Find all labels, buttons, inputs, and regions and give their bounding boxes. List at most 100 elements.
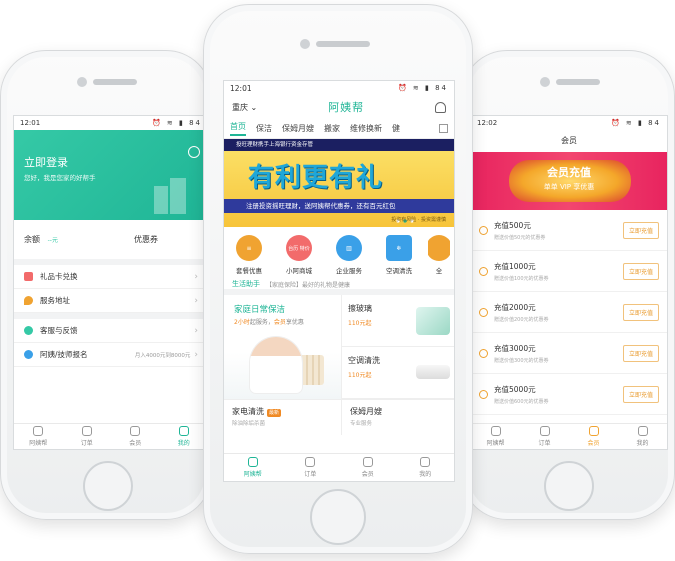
tab-moving[interactable]: 搬家 xyxy=(324,123,340,134)
gift-card-icon xyxy=(24,272,33,281)
card-title: 保姆月嫂 xyxy=(350,407,382,416)
card-ac-cleaning[interactable]: 空调清洗 110元起 xyxy=(342,347,454,399)
tab-member[interactable]: 会员 xyxy=(111,424,160,449)
tab-home[interactable]: 阿姨帮 xyxy=(14,424,63,449)
user-icon xyxy=(637,426,648,436)
tab-home[interactable]: 阿姨帮 xyxy=(471,424,520,449)
tab-profile[interactable]: 我的 xyxy=(397,454,455,481)
recharge-gift: 赠送价值100元的优惠券 xyxy=(494,275,549,282)
balance-value: --元 xyxy=(47,237,58,244)
card-title: 家庭日常保洁 xyxy=(234,305,286,315)
home-button xyxy=(83,461,133,511)
banner-subline: 单单 VIP 享优惠 xyxy=(543,183,595,191)
chevron-right-icon: › xyxy=(194,325,198,336)
card-row-bottom: 家电清洗 最新 除油除垢杀菌 保姆月嫂 专业服务 xyxy=(224,399,454,435)
battery-level: 84 xyxy=(648,119,661,127)
front-camera xyxy=(540,77,550,87)
service-enterprise[interactable]: ▥ 企业服务 xyxy=(328,235,370,275)
service-more[interactable]: 全 xyxy=(428,235,450,275)
menu-gift-card[interactable]: 礼品卡兑换 › xyxy=(14,265,208,289)
recharge-button[interactable]: 立即充值 xyxy=(622,221,659,239)
login-title[interactable]: 立即登录 xyxy=(24,154,68,170)
vip-recharge-banner[interactable]: 会员充值 单单 VIP 享优惠 xyxy=(471,152,667,210)
banner-headline: 有利更有礼 xyxy=(248,163,384,193)
menu-label: 礼品卡兑换 xyxy=(40,272,78,281)
bottom-tab-bar: 阿姨帮 订单 会员 我的 xyxy=(471,423,667,449)
chat-bubble-icon xyxy=(24,326,33,335)
recharge-list: 充值500元 赠送价值50元的优惠券 立即充值 充值1000元 赠送价值100元的优… xyxy=(471,210,667,415)
user-icon xyxy=(420,457,431,467)
card-appliance-cleaning[interactable]: 家电清洗 最新 除油除垢杀菌 xyxy=(224,400,342,435)
coupon-label[interactable]: 优惠券 xyxy=(134,234,158,245)
coin-icon xyxy=(479,389,488,399)
tab-orders[interactable]: 订单 xyxy=(63,424,112,449)
tab-home-page[interactable]: 首页 xyxy=(230,121,246,136)
balance-label[interactable]: 余额 --元 xyxy=(24,234,58,245)
recharge-button[interactable]: 立即充值 xyxy=(622,344,659,362)
speaker-grille xyxy=(556,79,600,85)
service-package-deals[interactable]: ≡ 套餐优惠 xyxy=(228,235,270,275)
menu-service-address[interactable]: 服务地址 › xyxy=(14,289,208,313)
bottom-tab-bar: 阿姨帮 订单 会员 我的 xyxy=(224,453,454,481)
new-tag-badge: 最新 xyxy=(267,409,282,417)
tab-nanny[interactable]: 保姆月嫂 xyxy=(282,123,314,134)
service-ac-cleaning[interactable]: ❄ 空调清洗 xyxy=(378,235,420,275)
home-icon xyxy=(247,457,258,467)
tab-orders[interactable]: 订单 xyxy=(520,424,569,449)
menu-label: 阿姨/技师报名 xyxy=(40,350,88,359)
building-illustration-icon xyxy=(154,178,186,214)
menu-worker-signup[interactable]: 阿姨/技师报名 月入4000元到8000元 › xyxy=(14,343,208,367)
banner-headline: 会员充值 xyxy=(547,166,591,179)
menu-customer-service[interactable]: 客服与反馈 › xyxy=(14,319,208,343)
coin-icon xyxy=(479,225,488,235)
tab-repair[interactable]: 维修换新 xyxy=(350,123,382,134)
recharge-row: 充值500元赠送价值50元的优惠券 立即充值 xyxy=(471,210,667,251)
recharge-gift: 赠送价值300元的优惠券 xyxy=(494,357,549,364)
air-conditioner-icon: ❄ xyxy=(386,235,412,261)
recharge-row: 充值3000元 赠送价值300元的优惠券 立即充值 xyxy=(471,333,667,374)
promo-banner[interactable]: 投旺理财携手上海银行资金存管 有利更有礼 注册投资摇旺理财，送阿姨帮代惠券，还有… xyxy=(224,139,454,227)
tab-member[interactable]: 会员 xyxy=(339,454,397,481)
city-selector[interactable]: 重庆 ⌄ xyxy=(232,102,257,113)
battery-level: 84 xyxy=(435,84,448,92)
life-assistant-bar[interactable]: 生活助手 【家庭保险】最好的礼物是健康 xyxy=(224,279,454,295)
recharge-gift: 赠送价值50元的优惠券 xyxy=(494,234,546,241)
recharge-button[interactable]: 立即充值 xyxy=(622,303,659,321)
tab-profile[interactable]: 我的 xyxy=(160,424,209,449)
bar-chart-icon: ▥ xyxy=(336,235,362,261)
card-window-cleaning[interactable]: 擦玻璃 110元起 xyxy=(342,295,454,347)
card-nanny[interactable]: 保姆月嫂 专业服务 xyxy=(342,400,454,435)
status-bar: 12:01 ⏰ ≋ ▮ 84 xyxy=(224,81,454,95)
tab-home[interactable]: 阿姨帮 xyxy=(224,454,282,481)
chevron-right-icon: › xyxy=(194,271,198,282)
login-header[interactable]: 立即登录 您好，我是您家的好帮手 xyxy=(14,130,208,220)
tab-profile[interactable]: 我的 xyxy=(618,424,667,449)
home-icon xyxy=(33,426,44,436)
recharge-row: 充值5000元 赠送价值600元的优惠券 立即充值 xyxy=(471,374,667,415)
front-camera xyxy=(77,77,87,87)
tab-cleaning[interactable]: 保洁 xyxy=(256,123,272,134)
all-categories-grid-icon[interactable] xyxy=(439,124,448,133)
recharge-amount: 充值500元 xyxy=(494,220,531,230)
screen-home: 12:01 ⏰ ≋ ▮ 84 重庆 ⌄ 阿姨帮 首页 保洁 保姆月嫂 搬家 维修… xyxy=(223,80,455,482)
tab-orders[interactable]: 订单 xyxy=(282,454,340,481)
crown-icon xyxy=(362,457,373,467)
recharge-button[interactable]: 立即充值 xyxy=(622,385,659,403)
status-time: 12:02 xyxy=(477,119,498,127)
phone-center-frame: 12:01 ⏰ ≋ ▮ 84 重庆 ⌄ 阿姨帮 首页 保洁 保姆月嫂 搬家 维修… xyxy=(203,4,473,554)
card-daily-cleaning[interactable]: 家庭日常保洁 2小时起服务，会员享优惠 xyxy=(224,295,342,399)
card-subtitle: 除油除垢杀菌 xyxy=(232,421,266,427)
tab-health[interactable]: 健 xyxy=(392,123,400,134)
tab-member[interactable]: 会员 xyxy=(569,424,618,449)
settings-gear-icon[interactable] xyxy=(188,146,200,158)
clipboard-icon xyxy=(305,457,316,467)
status-icons: ⏰ ≋ ▮ 84 xyxy=(151,119,202,127)
status-bar: 12:01 ⏰ ≋ ▮ 84 xyxy=(14,116,208,130)
notification-bell-icon[interactable] xyxy=(435,101,446,113)
service-mall[interactable]: 台历 特价 小阿商城 xyxy=(278,235,320,275)
recharge-button[interactable]: 立即充值 xyxy=(622,262,659,280)
phone-showcase: 12:01 ⏰ ≋ ▮ 84 立即登录 您好，我是您家的好帮手 余额 --元 优… xyxy=(0,0,675,561)
recharge-gift: 赠送价值600元的优惠券 xyxy=(494,398,549,405)
banner-topline: 投旺理财携手上海银行资金存管 xyxy=(224,139,454,151)
phone-right-frame: 12:02 ⏰ ≋ ▮ 84 会员 会员充值 单单 VIP 享优惠 充值500元… xyxy=(461,50,675,520)
